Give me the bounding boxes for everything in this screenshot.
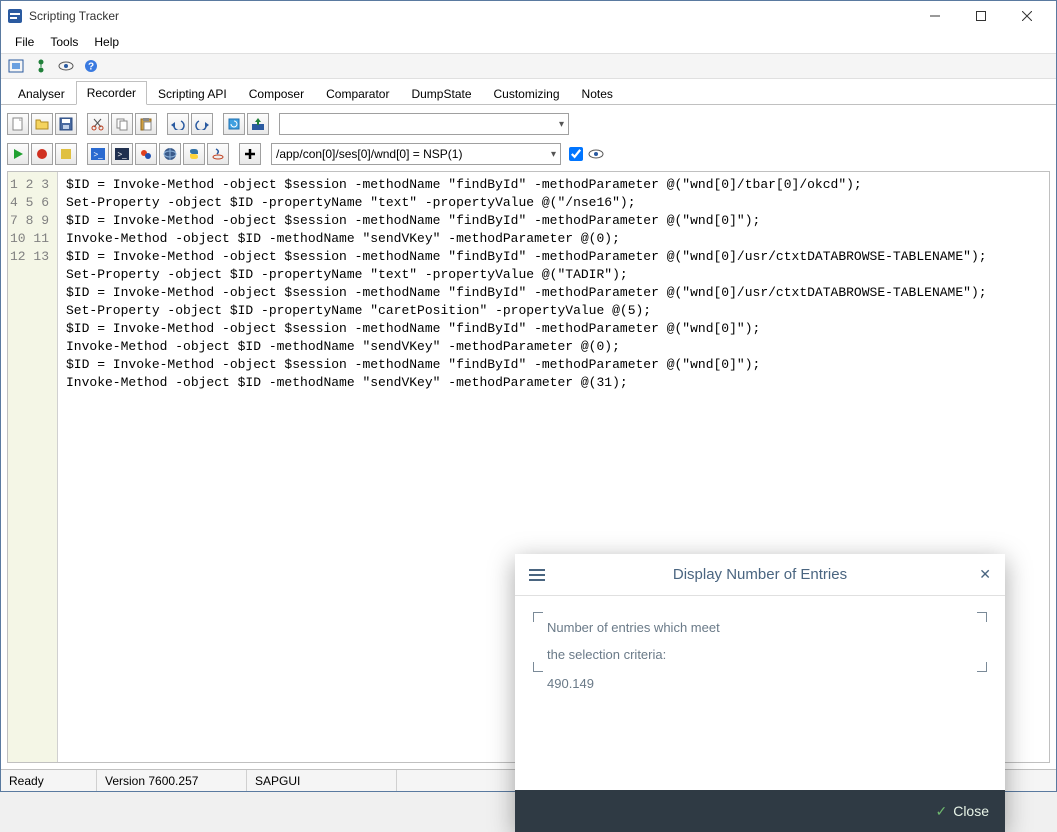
tab-dumpstate[interactable]: DumpState: [400, 82, 482, 105]
java-icon[interactable]: [207, 143, 229, 165]
copy-button[interactable]: [111, 113, 133, 135]
undo-button[interactable]: [167, 113, 189, 135]
dialog-footer: ✓ Close: [515, 790, 1005, 832]
path-value: /app/con[0]/ses[0]/wnd[0] = NSP(1): [276, 147, 462, 161]
help-icon[interactable]: ?: [80, 56, 102, 76]
line-gutter: 1 2 3 4 5 6 7 8 9 10 11 12 13: [8, 172, 58, 762]
reload-button[interactable]: [223, 113, 245, 135]
menu-file[interactable]: File: [7, 33, 42, 51]
tab-strip: Analyser Recorder Scripting API Composer…: [1, 79, 1056, 105]
tab-recorder[interactable]: Recorder: [76, 81, 147, 105]
svg-text:>_: >_: [117, 150, 127, 159]
hamburger-icon[interactable]: [529, 569, 549, 581]
redo-button[interactable]: [191, 113, 213, 135]
status-version: Version 7600.257: [97, 770, 247, 791]
tab-analyser[interactable]: Analyser: [7, 82, 76, 105]
dialog-close-button[interactable]: ✓ Close: [935, 803, 989, 820]
tab-scripting-api[interactable]: Scripting API: [147, 82, 238, 105]
dialog-close-icon[interactable]: ✕: [971, 566, 991, 583]
main-toolbar: ?: [1, 53, 1056, 79]
menu-help[interactable]: Help: [86, 33, 127, 51]
record-button[interactable]: [31, 143, 53, 165]
status-connection: SAPGUI: [247, 770, 397, 791]
globe-icon[interactable]: [159, 143, 181, 165]
dialog-value: 490.149: [547, 676, 977, 691]
import-button[interactable]: [247, 113, 269, 135]
dialog-title: Display Number of Entries: [549, 566, 971, 583]
language-combo[interactable]: ▾: [279, 113, 569, 135]
tab-customizing[interactable]: Customizing: [483, 82, 571, 105]
maximize-button[interactable]: [958, 1, 1004, 31]
new-button[interactable]: [7, 113, 29, 135]
titlebar: Scripting Tracker: [1, 1, 1056, 31]
save-button[interactable]: [55, 113, 77, 135]
powershell-dark-icon[interactable]: >_: [111, 143, 133, 165]
entries-dialog: Display Number of Entries ✕ Number of en…: [515, 554, 1005, 832]
color-dot-icon[interactable]: [135, 143, 157, 165]
menu-tools[interactable]: Tools: [42, 33, 86, 51]
tab-notes[interactable]: Notes: [571, 82, 624, 105]
screencap-icon[interactable]: [5, 56, 27, 76]
minimize-button[interactable]: [912, 1, 958, 31]
svg-text:?: ?: [88, 62, 94, 73]
app-window: Scripting Tracker File Tools Help ? Anal…: [0, 0, 1057, 792]
menubar: File Tools Help: [1, 31, 1056, 53]
play-button[interactable]: [7, 143, 29, 165]
app-icon: [7, 8, 23, 24]
tab-comparator[interactable]: Comparator: [315, 82, 400, 105]
refresh-checkbox[interactable]: [569, 147, 583, 161]
close-button[interactable]: [1004, 1, 1050, 31]
window-title: Scripting Tracker: [29, 9, 912, 23]
sub-toolbar-row2: >_ >_ /app/con[0]/ses[0]/wnd[0] = NSP(1)…: [7, 141, 1050, 167]
powershell-blue-icon[interactable]: >_: [87, 143, 109, 165]
eye-icon[interactable]: [55, 56, 77, 76]
svg-text:>_: >_: [93, 150, 103, 159]
python-icon[interactable]: [183, 143, 205, 165]
paste-button[interactable]: [135, 113, 157, 135]
path-combo[interactable]: /app/con[0]/ses[0]/wnd[0] = NSP(1)▾: [271, 143, 561, 165]
dialog-header: Display Number of Entries ✕: [515, 554, 1005, 596]
dialog-line1: Number of entries which meet: [547, 620, 977, 635]
status-ready: Ready: [1, 770, 97, 791]
close-label: Close: [953, 803, 989, 819]
sub-toolbar-row1: ▾: [7, 111, 1050, 137]
add-button[interactable]: [239, 143, 261, 165]
dialog-body: Number of entries which meet the selecti…: [515, 596, 1005, 790]
content-area: ▾ >_ >_ /app/con[0]/ses[0]/wnd[0] = NSP(…: [1, 105, 1056, 769]
cut-button[interactable]: [87, 113, 109, 135]
dialog-line2: the selection criteria:: [547, 647, 977, 662]
structure-icon[interactable]: [30, 56, 52, 76]
tab-composer[interactable]: Composer: [238, 82, 315, 105]
open-button[interactable]: [31, 113, 53, 135]
stop-button[interactable]: [55, 143, 77, 165]
eye-refresh-icon[interactable]: [585, 143, 607, 165]
check-icon: ✓: [935, 803, 947, 820]
